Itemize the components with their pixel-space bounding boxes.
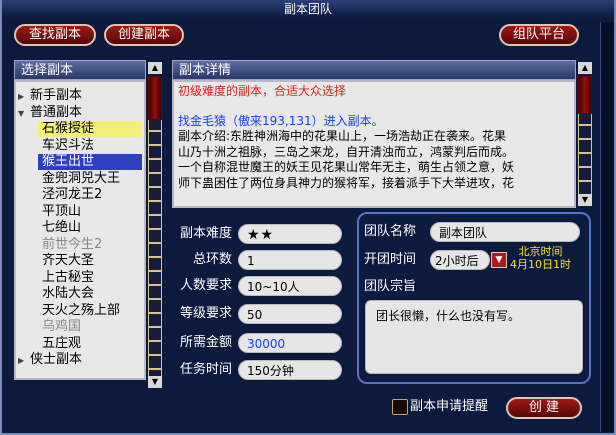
tree-item[interactable]: 平顶山 (38, 204, 142, 220)
beijing-time: 北京时间 4月10日1时 (510, 245, 571, 271)
open-time-select[interactable]: 2小时后 (430, 250, 490, 270)
caret-right-icon: ▶ (18, 92, 25, 101)
tree-group[interactable]: ▶ 新手副本 (18, 88, 82, 104)
tree-item[interactable]: 金兜洞兕大王 (38, 171, 142, 187)
apply-remind-label: 副本申请提醒 (410, 399, 489, 414)
find-npc-link[interactable]: 找金毛猿（傲来193,131）进入副本。 (178, 114, 384, 129)
beijing-time-date: 4月10日1时 (510, 258, 571, 271)
caret-down-icon: ▼ (18, 108, 25, 118)
players-value: 10~10人 (238, 276, 342, 296)
rounds-value: 1 (238, 250, 342, 270)
rounds-label: 总环数 (192, 252, 232, 267)
time-value: 150分钟 (238, 360, 342, 380)
gold-value: 30000 (238, 333, 342, 353)
tree-group-label: 侠士副本 (30, 352, 83, 367)
tree-item[interactable]: 七绝山 (38, 220, 142, 236)
team-platform-button[interactable]: 组队平台 (499, 24, 579, 46)
detail-scroll-thumb[interactable] (578, 76, 592, 114)
team-motto-field[interactable]: 团长很懒，什么也没有写。 (365, 300, 583, 374)
level-value: 50 (238, 304, 342, 324)
create-dungeon-button[interactable]: 创建副本 (104, 24, 184, 46)
open-time-dropdown-arrow[interactable]: ▼ (491, 252, 507, 268)
open-time-label: 开团时间 (364, 252, 417, 267)
list-scroll-thumb[interactable] (148, 76, 162, 120)
tree-group[interactable]: ▼ 普通副本 (18, 105, 82, 121)
tree-group-label: 新手副本 (30, 88, 83, 103)
window-right-border (600, 22, 614, 432)
team-name-field[interactable]: 副本团队 (430, 222, 580, 242)
intro-line: 山乃十洲之祖脉，三岛之来龙，自开清浊而立，鸿蒙判后而成。 (178, 144, 515, 159)
detail-scroll-down-arrow[interactable]: ▼ (578, 194, 592, 206)
detail-scroll-up-arrow[interactable]: ▲ (578, 62, 592, 74)
dungeon-team-window: 副本团队 查找副本 创建副本 组队平台 选择副本 ▶ 新手副本 ▼ 普通副本 石猴授徒车… (0, 0, 616, 435)
dungeon-intro: 副本介绍:东胜神洲海中的花果山上，一场浩劫正在袭来。花果 山乃十洲之祖脉，三岛之来… (178, 129, 574, 191)
list-scroll-track[interactable] (148, 120, 162, 376)
detail-header: 副本详情 (172, 60, 576, 80)
tree-group[interactable]: ▶ 侠士副本 (18, 352, 82, 368)
find-dungeon-button[interactable]: 查找副本 (14, 24, 96, 46)
tree-item[interactable]: 水陆大会 (38, 286, 142, 302)
intro-line: 副本介绍:东胜神洲海中的花果山上，一场浩劫正在袭来。花果 (178, 129, 507, 143)
time-label: 任务时间 (179, 362, 232, 377)
tree-item[interactable]: 上古秘宝 (38, 270, 142, 286)
intro-line: 师下蛊困住了两位身具神力的猴将军，接着派手下大举进攻，花 (178, 175, 515, 190)
tree-item[interactable]: 猴王出世 (38, 154, 142, 170)
difficulty-stars: ★★ (238, 224, 342, 244)
tree-item[interactable]: 天火之殇上部 (38, 303, 142, 319)
caret-right-icon: ▶ (18, 356, 25, 365)
tree-item[interactable]: 五庄观 (38, 336, 142, 352)
list-scroll-up-arrow[interactable]: ▲ (148, 62, 162, 74)
team-motto-label: 团队宗旨 (364, 279, 417, 294)
level-label: 等级要求 (179, 306, 232, 321)
detail-text-box: 初级难度的副本，合适大众选择 找金毛猿（傲来193,131）进入副本。 副本介绍… (172, 80, 576, 208)
team-name-label: 团队名称 (364, 224, 417, 239)
difficulty-note: 初级难度的副本，合适大众选择 (178, 84, 347, 98)
players-label: 人数要求 (179, 278, 232, 293)
tree-group-label: 普通副本 (30, 104, 83, 120)
apply-remind-checkbox[interactable] (392, 399, 408, 415)
intro-line: 一个自称混世魔王的妖王见花果山常年无主，萌生占领之意，妖 (178, 160, 515, 174)
create-button[interactable]: 创 建 (506, 397, 582, 419)
tree-item[interactable]: 乌鸡国 (38, 319, 142, 335)
tree-item[interactable]: 车迟斗法 (38, 138, 142, 154)
detail-scroll-track[interactable] (578, 114, 592, 194)
window-title: 副本团队 (2, 0, 614, 18)
dungeon-list: ▶ 新手副本 ▼ 普通副本 石猴授徒 车迟斗法 猴王出世 金兜洞兕大王 泾河龙王2 平顶山 七绝山前… (14, 80, 146, 380)
list-scroll-down-arrow[interactable]: ▼ (148, 376, 162, 388)
dungeon-list-header: 选择副本 (14, 60, 146, 80)
tree-item[interactable]: 前世今生2 (38, 237, 142, 253)
tree-item[interactable]: 齐天大圣 (38, 253, 142, 269)
tree-item[interactable]: 泾河龙王2 (38, 187, 142, 203)
tree-item[interactable]: 石猴授徒 (38, 121, 142, 137)
gold-label: 所需金额 (179, 335, 232, 350)
beijing-time-label: 北京时间 (518, 245, 563, 258)
difficulty-label: 副本难度 (179, 226, 232, 241)
